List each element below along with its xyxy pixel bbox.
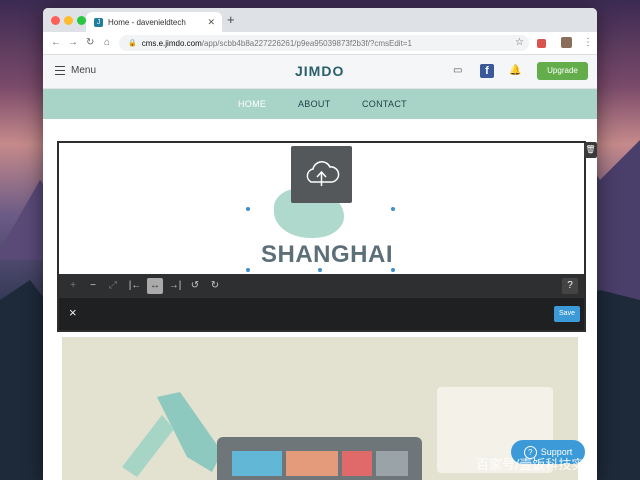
jimdo-logo: JIMDO [295,63,345,79]
align-right-icon[interactable]: →| [167,278,183,294]
fullscreen-icon[interactable]: ⤢ [105,278,121,294]
new-tab-button[interactable]: + [227,12,235,27]
home-icon[interactable]: ⌂ [104,37,110,48]
resize-handle[interactable] [391,207,395,211]
zoom-out-icon[interactable]: − [85,278,101,294]
tab-title: Home - davenieldtech [108,17,186,27]
help-button[interactable]: ? [562,278,578,294]
image-edit-toolbar: + − ⤢ |← ↔ →| ↺ ↻ ? [59,274,584,298]
browser-window: J Home - davenieldtech ✕ + ← → ↻ ⌂ 🔒 cms… [43,8,597,480]
nav-item-home[interactable]: HOME [238,99,266,109]
trash-icon[interactable]: 🗑 [584,142,597,158]
cloud-upload-icon [306,161,340,186]
upgrade-button[interactable]: Upgrade [537,62,588,80]
facebook-icon[interactable]: f [480,64,494,78]
forward-icon[interactable]: → [68,37,78,48]
address-toolbar: ← → ↻ ⌂ 🔒 cms.e.jimdo.com/app/scbb4b8a22… [43,32,597,55]
zoom-in-icon[interactable]: + [65,278,81,294]
site-navigation: HOME ABOUT CONTACT [43,89,597,119]
url-path: /app/scbb4b8a227226261/p9ea95039873f2b3f… [201,38,412,48]
bookmark-star-icon[interactable]: ☆ [515,37,524,48]
jimdo-toolbar: Menu JIMDO ▭ f 🔔 Upgrade [43,55,597,89]
lock-icon: 🔒 [128,40,137,47]
reload-icon[interactable]: ↻ [86,37,94,48]
url-bar[interactable]: 🔒 cms.e.jimdo.com/app/scbb4b8a227226261/… [119,35,529,51]
jimdo-favicon-icon: J [94,17,103,27]
nav-item-about[interactable]: ABOUT [298,99,331,109]
back-icon[interactable]: ← [51,37,61,48]
resize-handle[interactable] [246,268,250,272]
align-center-icon[interactable]: ↔ [147,278,163,294]
resize-handle[interactable] [246,207,250,211]
editor-action-bar: × Save [59,298,584,330]
notification-bell-icon[interactable]: 🔔 [509,65,521,76]
browser-tab[interactable]: J Home - davenieldtech ✕ [86,12,222,32]
undo-icon[interactable]: ↺ [187,278,203,294]
menu-button[interactable]: Menu [55,65,96,76]
close-window-button[interactable] [51,16,60,25]
image-text-shanghai: SHANGHAI [261,241,394,268]
align-left-icon[interactable]: |← [127,278,143,294]
watermark-text: 百家号/壹饭科技实录 [476,458,598,473]
upload-image-button[interactable] [291,146,352,203]
save-button[interactable]: Save [554,306,580,322]
extension-icon[interactable] [537,39,546,48]
menu-label: Menu [71,65,97,76]
browser-menu-icon[interactable]: ⋮ [583,37,593,48]
maximize-window-button[interactable] [77,16,86,25]
url-host: cms.e.jimdo.com [141,38,202,48]
hamburger-icon [55,66,65,75]
minimize-window-button[interactable] [64,16,73,25]
profile-avatar[interactable] [561,37,572,48]
browser-tab-bar: J Home - davenieldtech ✕ + [43,8,597,32]
close-editor-button[interactable]: × [69,305,77,320]
close-tab-icon[interactable]: ✕ [207,17,215,28]
nav-item-contact[interactable]: CONTACT [362,99,407,109]
desktop-preview-icon[interactable]: ▭ [453,65,462,76]
redo-icon[interactable]: ↻ [207,278,223,294]
image-editor-block: SHANGHAI + − ⤢ |← ↔ →| ↺ ↻ ? × Save [57,141,586,332]
